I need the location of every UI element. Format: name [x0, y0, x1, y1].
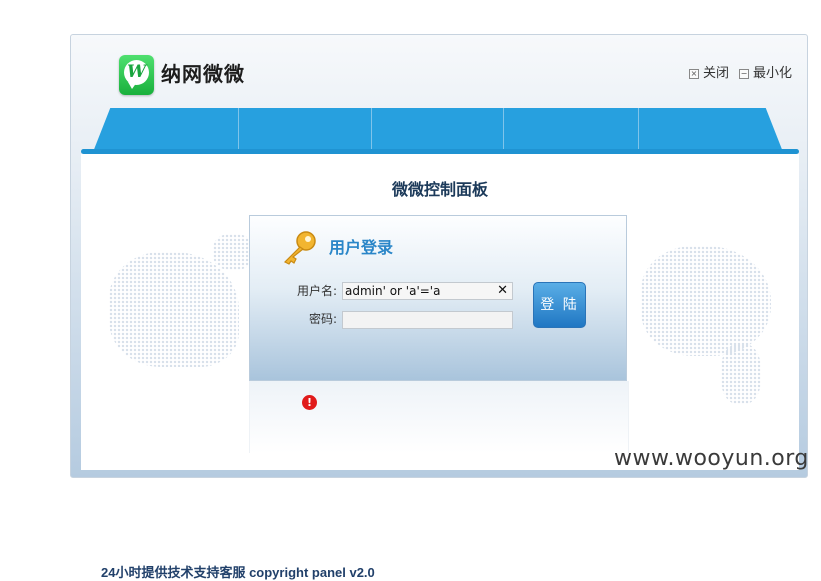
nav-separator: [238, 108, 239, 152]
clear-icon[interactable]: ✕: [497, 283, 508, 299]
world-map-decoration: [641, 246, 771, 356]
password-label: 密码:: [308, 312, 337, 326]
minimize-window-button[interactable]: − 最小化: [739, 66, 792, 82]
login-title: 用户登录: [329, 238, 394, 257]
username-input[interactable]: admin' or 'a'='a ✕: [342, 282, 513, 300]
username-value: admin' or 'a'='a: [345, 284, 441, 298]
brand-name: 纳网微微: [161, 62, 245, 86]
login-button[interactable]: 登 陆: [533, 282, 586, 328]
world-map-decoration: [109, 252, 239, 367]
close-label: 关闭: [703, 66, 730, 81]
close-box-icon: ×: [689, 69, 699, 79]
page-title: 微微控制面板: [391, 180, 488, 199]
content-area: 微微控制面板 用户登录 用户名: admin' or 'a'='a ✕ 密码: …: [81, 154, 799, 580]
nav-bar: [93, 108, 783, 152]
minimize-label: 最小化: [753, 66, 793, 81]
nav-separator: [503, 108, 504, 152]
key-icon: [283, 231, 316, 265]
password-input[interactable]: [342, 311, 513, 329]
close-window-button[interactable]: × 关闭: [689, 66, 729, 82]
world-map-decoration: [213, 234, 253, 270]
app-window: W 纳网微微 × 关闭 − 最小化 微微控制面板 用户登录 用户名: admin…: [70, 34, 808, 580]
minimize-box-icon: −: [739, 69, 749, 79]
login-panel: 用户登录 用户名: admin' or 'a'='a ✕ 密码: 登 陆: [249, 215, 627, 381]
error-icon: !: [302, 395, 317, 410]
footer-text: 24小时提供技术支持客服 copyright panel v2.0: [101, 565, 375, 580]
nav-separator: [638, 108, 639, 152]
username-label: 用户名:: [296, 284, 337, 298]
watermark: www.wooyun.org: [614, 446, 809, 471]
world-map-decoration: [721, 344, 761, 404]
panel-reflection: [249, 381, 629, 453]
nav-separator: [371, 108, 372, 152]
logo-icon: W: [119, 55, 154, 95]
